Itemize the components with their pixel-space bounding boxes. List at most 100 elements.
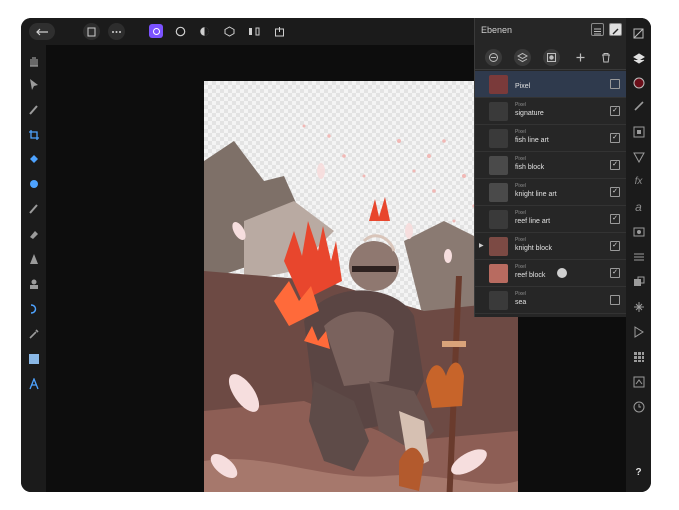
channels-studio-button[interactable] — [631, 224, 646, 239]
expand-arrow-icon[interactable]: ▶ — [479, 242, 484, 249]
layer-row[interactable]: Pixel — [475, 71, 627, 98]
text-tool[interactable] — [26, 376, 41, 391]
layer-row[interactable]: Pixel fish block ✓ — [475, 152, 627, 179]
mask-layer-button[interactable] — [543, 49, 560, 66]
trash-icon — [601, 53, 610, 63]
panel-title: Ebenen — [481, 25, 513, 35]
clone-icon — [29, 279, 38, 289]
layer-row[interactable]: Pixel knight line art ✓ — [475, 179, 627, 206]
layer-visibility-checkbox[interactable] — [610, 79, 620, 89]
photo-persona-button[interactable] — [149, 24, 163, 38]
crop-tool[interactable] — [26, 127, 41, 142]
layer-row[interactable]: ▶ Pixel knight block ✓ — [475, 233, 627, 260]
tone-mapping-button[interactable] — [247, 23, 261, 40]
layer-kind: Pixel — [515, 102, 526, 108]
document-button[interactable] — [83, 23, 100, 40]
layer-row[interactable]: Pixel signature ✓ — [475, 98, 627, 125]
hand-tool[interactable] — [26, 53, 41, 68]
pin-icon — [612, 28, 619, 35]
group-layers-button[interactable] — [514, 49, 531, 66]
dodge-icon — [29, 253, 38, 264]
layer-visibility-checkbox[interactable]: ✓ — [610, 133, 620, 143]
layer-name: reef block — [515, 272, 546, 279]
layer-visibility-checkbox[interactable]: ✓ — [610, 106, 620, 116]
toggle-studio-button[interactable] — [631, 26, 646, 41]
paint-brush-tool[interactable] — [26, 201, 41, 216]
layer-row[interactable]: Pixel sea — [475, 287, 627, 314]
layer-thumbnail — [489, 129, 508, 148]
tools-panel — [21, 45, 46, 492]
transform-studio-button[interactable] — [631, 274, 646, 289]
effects-studio-button[interactable]: fx — [631, 174, 646, 189]
pin-panel-button[interactable] — [609, 23, 622, 36]
smudge-tool[interactable] — [26, 301, 41, 316]
rectangle-icon — [28, 353, 39, 364]
assets-icon — [633, 351, 644, 362]
selection-brush-tool[interactable] — [26, 176, 41, 191]
clone-tool[interactable] — [26, 276, 41, 291]
layer-name: Pixel — [515, 83, 531, 90]
layer-visibility-checkbox[interactable]: ✓ — [610, 160, 620, 170]
layer-kind: Pixel — [515, 156, 526, 162]
history-icon — [633, 253, 644, 260]
brush-tool[interactable] — [26, 102, 41, 117]
rectangle-tool[interactable] — [26, 351, 41, 366]
layers-panel: Ebenen PixelPixelsignature✓Pixelfis — [474, 18, 627, 317]
color-studio-button[interactable] — [631, 75, 646, 90]
swatches-studio-button[interactable] — [631, 324, 646, 339]
layer-visibility-checkbox[interactable] — [610, 295, 620, 305]
layer-visibility-checkbox[interactable]: ✓ — [610, 268, 620, 278]
layer-row[interactable]: Pixel fish line art ✓ — [475, 125, 627, 152]
color-picker-tool[interactable] — [26, 326, 41, 341]
history-clock-button[interactable] — [631, 399, 646, 414]
smudge-icon — [30, 303, 36, 314]
cube-icon — [224, 26, 234, 37]
dodge-tool[interactable] — [26, 251, 41, 266]
liquify-persona-button[interactable] — [222, 23, 236, 40]
brushes-studio-button[interactable] — [631, 98, 646, 113]
assets-studio-button[interactable] — [631, 349, 646, 364]
export-persona-button[interactable] — [272, 23, 286, 40]
navigator-studio-button[interactable] — [631, 124, 646, 139]
selection-brush-icon — [29, 179, 38, 188]
fill-tool[interactable] — [26, 151, 41, 166]
channels-icon — [633, 227, 644, 236]
app-window: Ebenen PixelPixelsignature✓Pixelfis — [21, 18, 651, 492]
text-style-studio-button[interactable]: a — [631, 199, 646, 214]
eraser-icon — [29, 230, 38, 239]
more-icon — [112, 30, 121, 33]
layer-kind: Pixel — [515, 264, 526, 270]
macro-studio-button[interactable] — [631, 374, 646, 389]
options-icon — [489, 53, 498, 62]
color-persona-button[interactable] — [197, 23, 211, 40]
back-button[interactable] — [29, 23, 55, 40]
layer-thumbnail — [489, 291, 508, 310]
stock-icon — [633, 301, 644, 312]
layer-row[interactable]: Pixel reef line art ✓ — [475, 206, 627, 233]
selection-persona-button[interactable] — [173, 23, 187, 40]
macro-icon — [633, 376, 644, 387]
artwork-canvas[interactable] — [204, 81, 518, 492]
stock-studio-button[interactable] — [631, 299, 646, 314]
layer-row[interactable]: Pixel reef block ✓ — [475, 260, 627, 287]
layers-studio-button[interactable] — [631, 51, 646, 66]
eraser-tool[interactable] — [26, 226, 41, 241]
drag-handle[interactable] — [557, 268, 567, 278]
layer-kind: Pixel — [515, 237, 526, 243]
delete-layer-button[interactable] — [597, 49, 614, 66]
layer-visibility-checkbox[interactable]: ✓ — [610, 241, 620, 251]
layer-options-button[interactable] — [485, 49, 502, 66]
list-view-button[interactable] — [591, 23, 604, 36]
clock-icon — [633, 401, 644, 412]
help-button[interactable]: ? — [631, 465, 646, 480]
layer-visibility-checkbox[interactable]: ✓ — [610, 214, 620, 224]
move-tool[interactable] — [26, 77, 41, 92]
more-button[interactable] — [108, 23, 125, 40]
layer-name: knight line art — [515, 191, 557, 198]
add-layer-button[interactable] — [572, 49, 589, 66]
layer-thumbnail — [489, 183, 508, 202]
layer-name: reef line art — [515, 218, 551, 225]
adjustments-studio-button[interactable] — [631, 149, 646, 164]
history-studio-button[interactable] — [631, 249, 646, 264]
layer-visibility-checkbox[interactable]: ✓ — [610, 187, 620, 197]
